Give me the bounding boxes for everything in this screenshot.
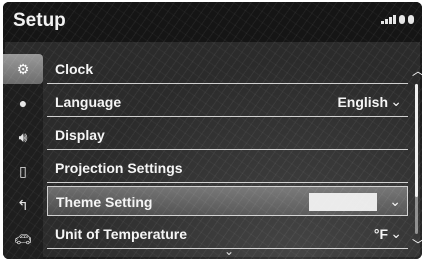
header-bar: Setup xyxy=(3,2,422,42)
temperature-unit-value: °F xyxy=(373,226,388,242)
page-title: Setup xyxy=(13,10,66,31)
list-item-label: Language xyxy=(55,94,122,110)
list-item-clock[interactable]: Clock xyxy=(47,54,408,84)
settings-icon[interactable]: ⚙ xyxy=(3,54,43,84)
list-item-label: Unit of Temperature xyxy=(55,226,187,242)
signal-strength-icon xyxy=(381,15,396,24)
navigation-icon[interactable]: ↰ xyxy=(3,190,43,220)
car-icon[interactable]: 🚗︎ xyxy=(3,224,43,254)
list-item-label: Theme Setting xyxy=(56,194,153,210)
scroll-down-icon[interactable]: ﹀ xyxy=(412,239,422,251)
list-item-label: Projection Settings xyxy=(55,160,183,176)
theme-preview-swatch xyxy=(309,193,377,211)
more-items-down-icon[interactable]: ⌄ xyxy=(224,244,234,258)
speaker-icon[interactable]: 🔊︎ xyxy=(3,122,43,152)
phone-icon[interactable]: ▯ xyxy=(3,156,43,186)
setup-screen: Setup ⚙ ● 🔊︎ ▯ ↰ 🚗︎ Clock Language Engli… xyxy=(3,2,422,259)
list-item-theme-setting[interactable]: Theme Setting ⌄ xyxy=(47,186,408,216)
list-item-label: Display xyxy=(55,127,105,143)
scroll-up-icon[interactable]: ︿ xyxy=(412,65,422,77)
list-item-projection-settings[interactable]: Projection Settings xyxy=(47,153,408,183)
list-item-display[interactable]: Display xyxy=(47,120,408,150)
info-icon[interactable]: ● xyxy=(3,88,43,118)
status-area xyxy=(381,15,414,24)
chevron-down-icon: ⌄ xyxy=(390,225,402,241)
settings-list: Clock Language English ⌄ Display Project… xyxy=(47,54,408,254)
chevron-down-icon: ⌄ xyxy=(389,193,401,209)
chevron-down-icon: ⌄ xyxy=(390,93,402,109)
category-sidebar: ⚙ ● 🔊︎ ▯ ↰ 🚗︎ xyxy=(3,54,43,259)
list-item-language[interactable]: Language English ⌄ xyxy=(47,87,408,117)
language-value: English xyxy=(337,94,388,110)
list-item-label: Clock xyxy=(55,61,94,77)
scrollbar[interactable]: ︿ ﹀ xyxy=(412,54,422,259)
scroll-thumb[interactable] xyxy=(415,84,418,197)
battery-icon xyxy=(399,15,405,24)
scroll-track[interactable] xyxy=(415,84,418,234)
status-indicator-icon xyxy=(408,15,414,24)
